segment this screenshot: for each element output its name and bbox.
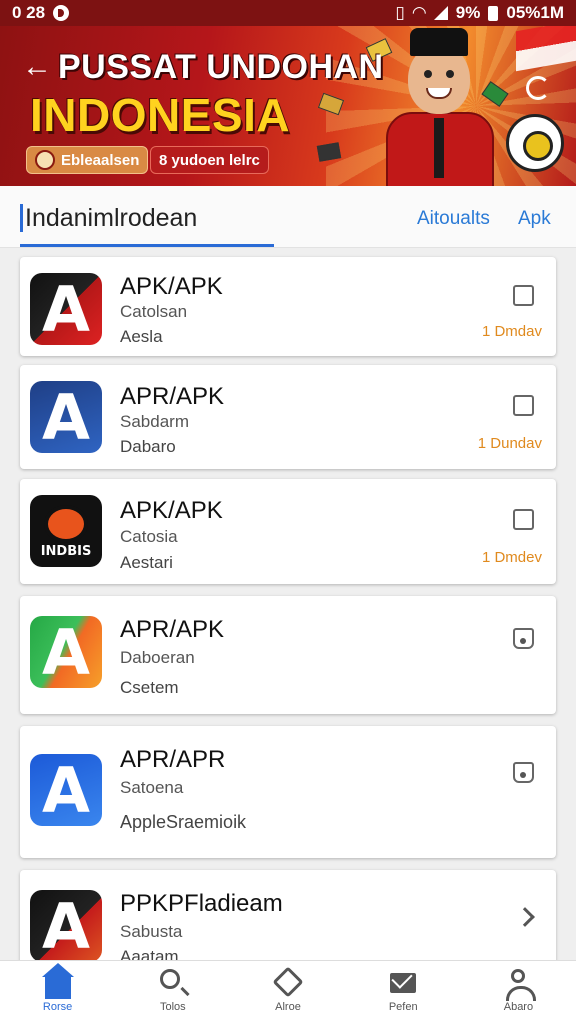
signal-icon [433,6,448,20]
select-checkbox[interactable] [513,628,534,649]
flag-decoration [516,26,576,72]
nav-item-house[interactable]: Alroe [230,961,345,1024]
app-subtitle: Catolsan [120,302,188,321]
house-outline-icon [272,966,304,998]
bottom-nav: Rorse Tolos Alroe Pefen Abaro [0,960,576,1024]
banner-chip-2-label: 8 yudoen lelrc [159,151,260,169]
app-icon: A [30,754,102,826]
list-item[interactable]: A PPKPFladieam Sabusta Aaatam [20,870,556,970]
tab-link-1[interactable]: Aitoualts [417,208,490,230]
app-meta: Aestari [120,553,173,572]
status-time: 0 28 [12,3,46,22]
nav-label: Rorse [42,1001,73,1013]
app-icon-letter: A [42,381,90,453]
app-meta: Aesla [120,327,163,346]
tab-link-apk[interactable]: Apk [518,208,551,230]
app-subtitle: Catosia [120,527,178,546]
back-arrow-icon[interactable]: ← [22,52,52,82]
status-right-text: 05%1M [506,3,564,22]
banner-chip-1[interactable]: Ebleaalsen [26,146,149,174]
nav-label: Abaro [503,1001,534,1013]
emblem-icon [35,150,55,170]
list-item[interactable]: INDBIS APK/APK Catosia Aestari 1 Dmdev [20,479,556,584]
wifi-icon: ◠ [412,3,426,22]
app-meta: Csetem [120,678,179,697]
banner-chip-2[interactable]: 8 yudoen lelrc [150,146,269,174]
app-icon: A [30,616,102,688]
app-name: APK/APK [120,273,223,300]
status-battery-text: 9% [455,3,481,22]
app-name: APR/APK [120,383,225,410]
app-icon-letter: A [42,754,90,826]
phone-decoration [316,142,342,162]
list-item[interactable]: A APR/APK Sabdarm Dabaro 1 Dundav [20,365,556,469]
refresh-icon[interactable] [526,76,550,100]
duration-label: 1 Dmdev [481,549,542,566]
tab-underline [20,244,274,247]
banner-title: PUSSAT UNDOHAN [58,48,384,86]
app-meta: Dabaro [120,437,176,456]
home-icon [41,963,74,999]
list-item[interactable]: A APK/APK Catolsan Aesla 1 Dmdav [20,257,556,356]
nav-item-mail[interactable]: Pefen [346,961,461,1024]
banner-subtitle: INDONESIA [30,89,291,141]
tab-main[interactable]: Indanimlrodean [20,204,197,232]
app-icon-emblem [44,505,88,543]
select-checkbox[interactable] [513,509,534,530]
mascot-illustration [380,26,500,186]
select-checkbox[interactable] [513,395,534,416]
app-icon-letter: A [42,890,90,962]
card-decoration [317,92,345,116]
select-checkbox[interactable] [513,285,534,306]
list-item[interactable]: A APR/APK Daboeran Csetem [20,596,556,714]
app-name: APR/APR [120,746,226,773]
hero-banner: ← PUSSAT UNDOHAN INDONESIA Ebleaalsen 8 … [0,26,576,186]
app-subtitle: Sabusta [120,922,183,941]
app-subtitle: Satoena [120,778,184,797]
app-icon: INDBIS [30,495,102,567]
app-icon: A [30,890,102,962]
app-icon: A [30,381,102,453]
app-subtitle: Daboeran [120,648,195,667]
app-name: APK/APK [120,497,223,524]
duration-label: 1 Dmdav [481,323,542,340]
nav-item-profile[interactable]: Abaro [461,961,576,1024]
vibrate-icon: ▯ [395,3,405,22]
notification-icon [53,5,70,21]
app-subtitle: Sabdarm [120,412,189,431]
app-icon-letter: A [42,273,90,345]
emblem-badge-icon [506,114,564,172]
nav-label: Tolos [159,1001,186,1013]
app-meta: AppleSraemioik [120,812,247,832]
app-icon: A [30,273,102,345]
banner-chip-1-label: Ebleaalsen [61,151,140,169]
chevron-right-icon[interactable] [515,907,535,927]
app-icon-letter: A [42,616,90,688]
nav-label: Alroe [275,1001,301,1013]
tabs-header: Indanimlrodean Aitoualts Apk [0,186,576,248]
list-item[interactable]: A APR/APR Satoena AppleSraemioik [20,726,556,858]
user-icon [503,969,537,1001]
duration-label: 1 Dundav [477,435,542,452]
nav-item-search[interactable]: Tolos [115,961,230,1024]
status-bar: 0 28 ▯ ◠ 9% 05%1M [0,0,576,26]
nav-label: Pefen [388,1001,418,1013]
app-name: PPKPFladieam [120,890,283,917]
select-checkbox[interactable] [513,762,534,783]
nav-item-home[interactable]: Rorse [0,961,115,1024]
search-icon [158,969,188,997]
mail-icon [388,969,418,997]
app-name: APR/APK [120,616,225,643]
battery-icon [488,5,499,21]
